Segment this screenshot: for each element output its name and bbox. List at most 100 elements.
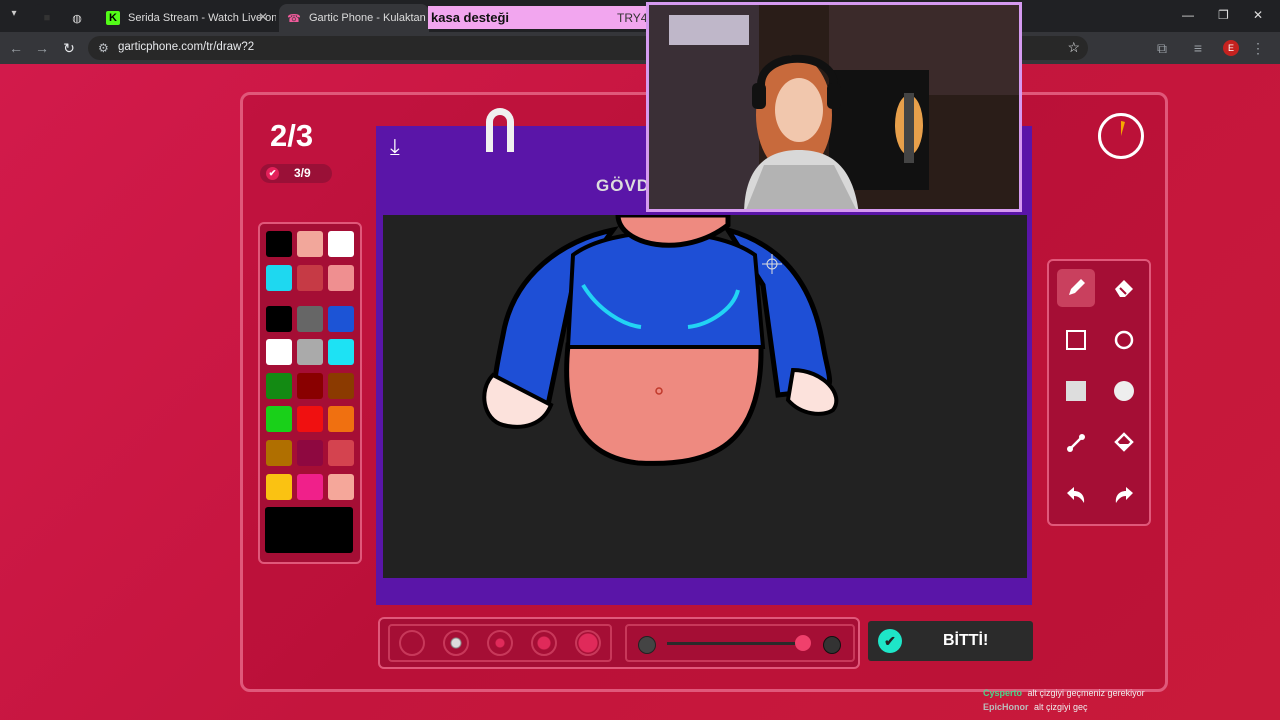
color-swatch[interactable]: [328, 231, 354, 257]
redo-tool[interactable]: [1105, 476, 1143, 514]
url-text: garticphone.com/tr/draw?2: [118, 41, 255, 53]
color-swatch[interactable]: [266, 265, 292, 291]
color-swatch[interactable]: [297, 474, 323, 500]
color-swatch[interactable]: [328, 265, 354, 291]
tab-title: Gartic Phone - Kulaktan Kulağa: [309, 12, 429, 24]
overlay-code: TRY4: [617, 11, 648, 25]
color-swatch[interactable]: [328, 306, 354, 332]
site-info-icon[interactable]: ⚙: [98, 41, 109, 55]
color-swatch[interactable]: [328, 339, 354, 365]
color-swatch[interactable]: [266, 406, 292, 432]
download-icon[interactable]: ⤓: [390, 134, 400, 160]
filled-rectangle-icon: [1066, 381, 1086, 401]
round-timer: [1098, 113, 1144, 159]
tab-generic[interactable]: ◍: [62, 4, 96, 32]
rectangle-icon: [1066, 330, 1086, 350]
profile-avatar[interactable]: E: [1223, 40, 1239, 56]
restore-icon[interactable]: ❐: [1218, 8, 1229, 22]
filled-rectangle-tool[interactable]: [1057, 372, 1095, 410]
menu-icon[interactable]: ⋮: [1250, 40, 1266, 56]
color-swatch[interactable]: [328, 373, 354, 399]
tab-grouped[interactable]: ■: [32, 4, 60, 32]
current-color-preview: [265, 507, 353, 553]
chat-text: alt çizgiyi geç: [1034, 702, 1088, 712]
overlay-title-text: kasa desteği: [431, 10, 510, 25]
reload-icon[interactable]: ↻: [61, 40, 77, 56]
webcam-image: [649, 5, 1019, 209]
opacity-slider-track[interactable]: [667, 642, 807, 645]
fill-bucket-icon: [1114, 432, 1134, 452]
color-swatch[interactable]: [266, 231, 292, 257]
prompt-word: GÖVD: [596, 176, 651, 195]
undo-tool[interactable]: [1057, 476, 1095, 514]
color-swatch[interactable]: [266, 440, 292, 466]
color-swatch[interactable]: [328, 474, 354, 500]
eraser-icon: [1115, 280, 1133, 297]
undo-icon: [1067, 487, 1085, 503]
tab-kick-stream[interactable]: K Serida Stream - Watch Live on K ✕: [98, 4, 276, 32]
color-swatch[interactable]: [297, 373, 323, 399]
opacity-slider-thumb[interactable]: [795, 635, 811, 651]
chat-message: EpicHonor alt çizgiyi geç: [983, 700, 1145, 714]
color-swatch[interactable]: [297, 231, 323, 257]
color-swatch[interactable]: [297, 265, 323, 291]
line-icon: [1067, 434, 1085, 452]
color-swatch[interactable]: [297, 406, 323, 432]
rectangle-tool[interactable]: [1057, 321, 1095, 359]
color-swatch[interactable]: [266, 373, 292, 399]
webcam-overlay: [646, 2, 1022, 212]
back-icon[interactable]: ←: [8, 40, 24, 56]
color-swatch[interactable]: [328, 440, 354, 466]
browser-toolbar: ← → ↻ ⚙ garticphone.com/tr/draw?2 ☆ ⧉ ≡ …: [0, 32, 1280, 64]
chat-user: EpicHonor: [983, 702, 1029, 712]
tab-list-button[interactable]: ▾: [6, 8, 22, 24]
color-swatch[interactable]: [266, 474, 292, 500]
drawing-canvas[interactable]: [383, 212, 1027, 578]
chat-message: Cysperto alt çizgiyi geçmeniz gerekiyor: [983, 686, 1145, 700]
forward-icon[interactable]: →: [34, 40, 50, 56]
line-tool[interactable]: [1057, 424, 1095, 462]
minimize-icon[interactable]: —: [1182, 8, 1194, 22]
redo-icon: [1115, 487, 1133, 503]
timer-icon: [1121, 121, 1125, 136]
bookmark-star-icon[interactable]: ☆: [1067, 39, 1080, 56]
check-icon: ✔: [878, 629, 902, 653]
globe-icon: ◍: [72, 12, 82, 25]
players-done-badge: ✔ 3/9: [260, 164, 332, 183]
circle-icon: [1114, 330, 1134, 350]
chat-user: Cysperto: [983, 688, 1023, 698]
done-button-label: BİTTİ!: [943, 632, 989, 649]
close-tab-icon[interactable]: ✕: [258, 10, 268, 24]
brush-size-3[interactable]: [487, 630, 513, 656]
pencil-tool[interactable]: [1057, 269, 1095, 307]
opacity-max-icon: [823, 636, 841, 654]
pencil-icon: [1069, 279, 1085, 295]
color-swatch[interactable]: [297, 440, 323, 466]
filled-circle-tool[interactable]: [1105, 372, 1143, 410]
drawing: [482, 212, 839, 466]
round-counter: 2/3: [270, 118, 314, 153]
brush-size-5[interactable]: [575, 630, 601, 656]
color-swatch[interactable]: [266, 306, 292, 332]
tab-gartic-phone[interactable]: ☎ Gartic Phone - Kulaktan Kulağa: [279, 4, 429, 32]
opacity-min-icon: [638, 636, 656, 654]
color-swatch[interactable]: [266, 339, 292, 365]
color-swatch[interactable]: [297, 306, 323, 332]
done-button[interactable]: ✔ BİTTİ!: [868, 621, 1033, 661]
circle-tool[interactable]: [1105, 321, 1143, 359]
check-icon: ✔: [266, 167, 279, 180]
color-swatch[interactable]: [297, 339, 323, 365]
grid-icon: ■: [43, 12, 51, 24]
close-window-icon[interactable]: ✕: [1253, 8, 1263, 22]
brush-size-4[interactable]: [531, 630, 557, 656]
fill-bucket-tool[interactable]: [1105, 424, 1143, 462]
hook-decoration-icon: [486, 108, 514, 152]
tab-title: Serida Stream - Watch Live on K: [128, 12, 276, 24]
extensions-icon[interactable]: ⧉: [1154, 40, 1170, 56]
brush-size-2[interactable]: [443, 630, 469, 656]
color-swatch[interactable]: [328, 406, 354, 432]
media-control-icon[interactable]: ≡: [1190, 40, 1206, 56]
brush-size-1[interactable]: [399, 630, 425, 656]
stream-chat: Cysperto alt çizgiyi geçmeniz gerekiyor …: [983, 686, 1145, 714]
eraser-tool[interactable]: [1105, 269, 1143, 307]
